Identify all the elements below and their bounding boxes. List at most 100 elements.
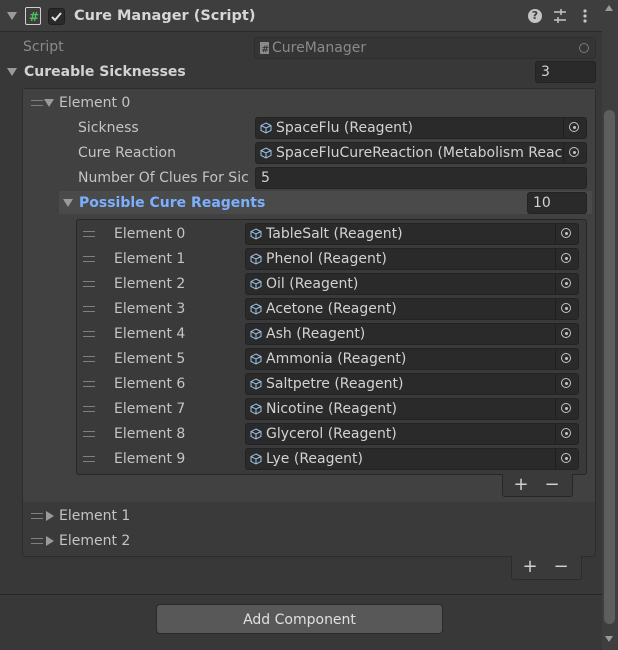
element-0-foldout-arrow-icon[interactable] (44, 99, 54, 107)
reagent-object-picker[interactable] (555, 424, 578, 444)
reagent-value: Nicotine (Reagent) (266, 401, 398, 417)
possible-reagents-label[interactable]: Possible Cure Reagents (79, 193, 265, 213)
clues-field[interactable]: 5 (255, 167, 587, 189)
reagent-field[interactable]: Saltpetre (Reagent) (245, 373, 579, 395)
reagent-value: Saltpetre (Reagent) (266, 376, 404, 392)
sickness-field[interactable]: SpaceFlu (Reagent) (255, 117, 587, 139)
reagent-element-label: Element 8 (114, 426, 186, 442)
component-title: Cure Manager (Script) (74, 8, 256, 24)
reagent-field[interactable]: Phenol (Reagent) (245, 248, 579, 270)
reagent-icon (250, 403, 262, 415)
reagent-object-picker[interactable] (555, 374, 578, 394)
cureable-sicknesses-label[interactable]: Cureable Sicknesses (24, 62, 186, 82)
drag-handle[interactable] (83, 231, 95, 237)
reagent-object-picker[interactable] (555, 299, 578, 319)
drag-handle[interactable] (31, 100, 43, 106)
object-picker-icon (579, 43, 589, 53)
reagent-object-picker[interactable] (555, 349, 578, 369)
element-0-label[interactable]: Element 0 (59, 93, 130, 113)
reagent-object-picker[interactable] (555, 324, 578, 344)
context-menu-icon[interactable] (580, 8, 590, 24)
reagent-value: Phenol (Reagent) (266, 251, 387, 267)
sickness-object-picker[interactable] (563, 118, 586, 138)
cure-reaction-value: SpaceFluCureReaction (Metabolism Reac (276, 145, 563, 161)
collapse-arrow-icon[interactable] (7, 12, 17, 20)
reagent-field[interactable]: Lye (Reagent) (245, 448, 579, 470)
drag-handle[interactable] (31, 538, 43, 544)
reagent-icon (250, 303, 262, 315)
element-2-foldout-arrow-icon[interactable] (46, 536, 54, 546)
enabled-checkbox[interactable] (48, 8, 65, 25)
reagent-object-picker[interactable] (555, 224, 578, 244)
script-icon: # (25, 7, 41, 25)
reagents-remove-button[interactable]: − (541, 475, 563, 495)
reagent-object-picker[interactable] (555, 399, 578, 419)
script-field-value: CureManager (272, 40, 367, 56)
reagents-add-button[interactable]: + (510, 475, 532, 495)
drag-handle[interactable] (83, 431, 95, 437)
element-2-label[interactable]: Element 2 (59, 531, 130, 551)
sickness-value: SpaceFlu (Reagent) (276, 120, 414, 136)
svg-text:#: # (262, 45, 270, 54)
reagent-icon (250, 453, 262, 465)
help-icon[interactable]: ? (528, 9, 542, 23)
reagent-element-label: Element 9 (114, 451, 186, 467)
reagent-field[interactable]: Ammonia (Reagent) (245, 348, 579, 370)
possible-reagents-size-field[interactable]: 10 (527, 192, 587, 214)
drag-handle[interactable] (83, 356, 95, 362)
cureable-size-field[interactable]: 3 (535, 61, 596, 83)
drag-handle[interactable] (31, 513, 43, 519)
reagent-value: Glycerol (Reagent) (266, 426, 397, 442)
reagent-element-label: Element 1 (114, 251, 186, 267)
scroll-up-arrow-icon[interactable] (605, 5, 613, 11)
reagent-icon (250, 278, 262, 290)
element-1-foldout-arrow-icon[interactable] (46, 511, 54, 521)
sickness-label: Sickness (78, 120, 139, 136)
reagent-object-picker[interactable] (555, 449, 578, 469)
reagent-icon (250, 228, 262, 240)
reagent-object-picker[interactable] (555, 249, 578, 269)
reagent-field[interactable]: Nicotine (Reagent) (245, 398, 579, 420)
reagent-value: TableSalt (Reagent) (266, 226, 403, 242)
reagent-value: Oil (Reagent) (266, 276, 359, 292)
cure-reaction-label: Cure Reaction (78, 145, 176, 161)
scrollbar-thumb[interactable] (604, 110, 615, 624)
reagent-field[interactable]: TableSalt (Reagent) (245, 223, 579, 245)
reagent-element-label: Element 4 (114, 326, 186, 342)
drag-handle[interactable] (83, 406, 95, 412)
drag-handle[interactable] (83, 281, 95, 287)
reagent-element-label: Element 5 (114, 351, 186, 367)
reagent-field[interactable]: Ash (Reagent) (245, 323, 579, 345)
drag-handle[interactable] (83, 456, 95, 462)
scroll-down-arrow-icon[interactable] (605, 636, 613, 642)
reagent-element-label: Element 7 (114, 401, 186, 417)
reagent-icon (250, 353, 262, 365)
element-1-label[interactable]: Element 1 (59, 506, 130, 526)
reagent-value: Ammonia (Reagent) (266, 351, 407, 367)
reagent-element-label: Element 3 (114, 301, 186, 317)
script-label: Script (23, 39, 64, 55)
drag-handle[interactable] (83, 381, 95, 387)
reagent-icon (260, 122, 272, 134)
drag-handle[interactable] (83, 331, 95, 337)
reagent-element-label: Element 6 (114, 376, 186, 392)
reagent-object-picker[interactable] (555, 274, 578, 294)
drag-handle[interactable] (83, 306, 95, 312)
presets-icon[interactable] (552, 8, 568, 24)
script-file-icon: # (260, 42, 270, 54)
reagent-icon (250, 328, 262, 340)
reagent-element-label: Element 0 (114, 226, 186, 242)
cure-reaction-object-picker[interactable] (563, 143, 586, 163)
reagent-field[interactable]: Acetone (Reagent) (245, 298, 579, 320)
cureable-foldout-arrow-icon[interactable] (7, 68, 17, 76)
reagent-field[interactable]: Glycerol (Reagent) (245, 423, 579, 445)
cure-reaction-field[interactable]: SpaceFluCureReaction (Metabolism Reac (255, 142, 587, 164)
cureable-remove-button[interactable]: − (550, 557, 572, 577)
script-field: # CureManager (254, 37, 596, 59)
drag-handle[interactable] (83, 256, 95, 262)
add-component-button[interactable]: Add Component (156, 604, 443, 634)
reagent-field[interactable]: Oil (Reagent) (245, 273, 579, 295)
cureable-add-button[interactable]: + (519, 557, 541, 577)
reagent-value: Ash (Reagent) (266, 326, 366, 342)
possible-reagents-foldout-arrow-icon[interactable] (63, 199, 73, 207)
